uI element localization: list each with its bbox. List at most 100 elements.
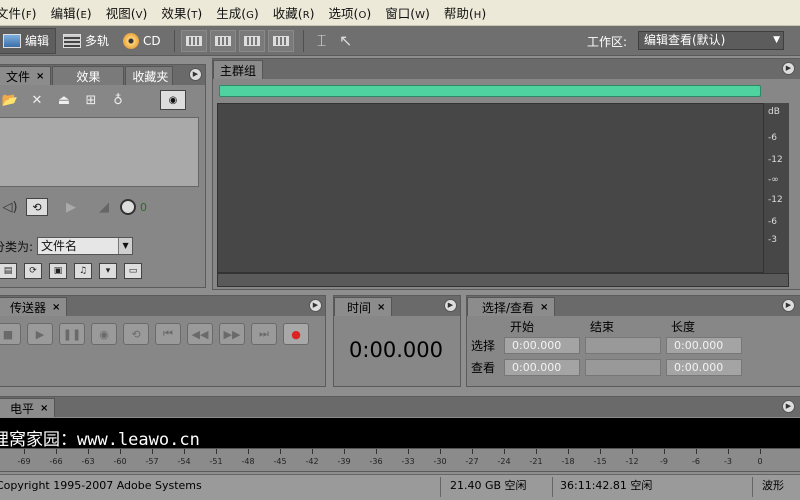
level-tick-label: -27 bbox=[465, 457, 479, 466]
view-spectral-button[interactable] bbox=[209, 29, 236, 52]
view-end-field[interactable] bbox=[585, 359, 661, 376]
close-icon[interactable]: × bbox=[540, 302, 548, 313]
main-group-panel: 主群组 ▶ dB -6 -12 -∞ -12 -6 -3 bbox=[212, 58, 800, 290]
play-icon[interactable]: ▶ bbox=[60, 198, 82, 216]
panel-menu-icon[interactable]: ▶ bbox=[309, 299, 322, 312]
menu-item[interactable]: 窗口(W) bbox=[378, 3, 437, 22]
filter-video-icon[interactable]: ▣ bbox=[49, 263, 67, 279]
time-selection-tool-icon[interactable]: ⌶ bbox=[310, 30, 334, 52]
multitrack-mode-button[interactable]: 多轨 bbox=[56, 28, 116, 54]
menu-item[interactable]: 编辑(E) bbox=[44, 3, 99, 22]
menu-item[interactable]: 效果(T) bbox=[154, 3, 209, 22]
insert-multitrack-icon[interactable]: ⊞ bbox=[80, 91, 102, 109]
sort-select[interactable]: 文件名 ▼ bbox=[37, 237, 134, 255]
level-tick bbox=[472, 449, 473, 454]
close-file-icon[interactable]: ✕ bbox=[26, 91, 48, 109]
selection-start-field[interactable]: 0:00.000 bbox=[504, 337, 580, 354]
edit-mode-button[interactable]: 编辑 bbox=[0, 27, 57, 54]
menu-item[interactable]: 收藏(R) bbox=[266, 3, 322, 22]
tab-main-group[interactable]: 主群组 bbox=[213, 60, 264, 79]
panel-menu-icon[interactable]: ▶ bbox=[782, 299, 795, 312]
tab-levels[interactable]: 电平 × bbox=[0, 398, 56, 417]
panel-menu-icon[interactable]: ▶ bbox=[782, 62, 795, 75]
tab-selection-view-label: 选择/查看 bbox=[482, 300, 535, 315]
fast-forward-icon[interactable]: ▶▶ bbox=[219, 323, 245, 345]
level-tick-label: -6 bbox=[692, 457, 700, 466]
open-file-icon[interactable]: 📂 bbox=[0, 91, 21, 109]
overview-bar[interactable] bbox=[219, 85, 761, 97]
level-tick bbox=[120, 449, 121, 454]
view-length-field[interactable]: 0:00.000 bbox=[666, 359, 742, 376]
panel-menu-icon[interactable]: ▶ bbox=[444, 299, 457, 312]
filter-loop-icon[interactable]: ⟳ bbox=[24, 263, 42, 279]
tab-effects[interactable]: 效果 bbox=[52, 66, 125, 85]
panel-menu-icon[interactable]: ▶ bbox=[189, 68, 202, 81]
level-tick-label: -57 bbox=[145, 457, 159, 466]
go-to-end-icon[interactable]: ⏭ bbox=[251, 323, 277, 345]
volume-icon[interactable]: ◢ bbox=[93, 198, 115, 216]
close-icon[interactable]: × bbox=[40, 403, 48, 414]
insert-cd-icon[interactable]: ♁ bbox=[107, 91, 129, 109]
amplitude-ruler: dB -6 -12 -∞ -12 -6 -3 bbox=[763, 103, 789, 273]
tab-selection-view[interactable]: 选择/查看 × bbox=[467, 297, 556, 316]
menu-item-label: 视图 bbox=[105, 6, 131, 21]
close-icon[interactable]: × bbox=[36, 71, 44, 82]
pause-icon[interactable]: ❚❚ bbox=[59, 323, 85, 345]
close-icon[interactable]: × bbox=[52, 302, 60, 313]
volume-knob[interactable] bbox=[120, 199, 136, 215]
rewind-icon[interactable]: ◀◀ bbox=[187, 323, 213, 345]
stop-icon[interactable]: ■ bbox=[0, 323, 21, 345]
speaker-icon[interactable]: ◁) bbox=[0, 198, 21, 216]
level-tick bbox=[600, 449, 601, 454]
file-list[interactable] bbox=[0, 117, 199, 187]
level-tick-label: -36 bbox=[369, 457, 383, 466]
selection-length-field[interactable]: 0:00.000 bbox=[666, 337, 742, 354]
menu-item-accelerator: O bbox=[358, 10, 367, 21]
tab-files[interactable]: 文件 × bbox=[0, 66, 52, 85]
loop-icon[interactable]: ⟲ bbox=[26, 198, 48, 216]
play-to-end-icon[interactable]: ◉ bbox=[91, 323, 117, 345]
go-to-start-icon[interactable]: ⏮ bbox=[155, 323, 181, 345]
filter-audio-icon[interactable]: ▤ bbox=[0, 263, 17, 279]
tab-transport[interactable]: 传送器 × bbox=[0, 297, 68, 316]
workspace-value: 编辑查看(默认) bbox=[644, 33, 726, 47]
view-waveform-button[interactable] bbox=[180, 29, 207, 52]
loop-play-icon[interactable]: ⟲ bbox=[123, 323, 149, 345]
play-icon[interactable]: ▶ bbox=[27, 323, 53, 345]
menu-item-label: 生成 bbox=[216, 6, 242, 21]
tab-time[interactable]: 时间 × bbox=[334, 297, 393, 316]
view-start-field[interactable]: 0:00.000 bbox=[504, 359, 580, 376]
tab-favorites[interactable]: 收藏夹 bbox=[125, 66, 174, 85]
pan-view-icon bbox=[243, 35, 260, 46]
menu-item[interactable]: 生成(G) bbox=[209, 3, 266, 22]
selection-end-field[interactable] bbox=[585, 337, 661, 354]
filter-midi-icon[interactable]: ♫ bbox=[74, 263, 92, 279]
end-column-header: 结束 bbox=[590, 320, 615, 334]
workspace-select[interactable]: 编辑查看(默认) ▼ bbox=[638, 31, 784, 50]
menu-item[interactable]: 视图(V) bbox=[99, 3, 155, 22]
show-preview-icon[interactable]: ◉ bbox=[160, 90, 186, 110]
filter-more-icon[interactable]: ▭ bbox=[124, 263, 142, 279]
sort-value: 文件名 bbox=[41, 239, 78, 253]
move-tool-icon[interactable]: ↖ bbox=[334, 30, 358, 52]
level-tick bbox=[568, 449, 569, 454]
menu-item[interactable]: 文件(F) bbox=[0, 3, 44, 22]
waveform-display[interactable] bbox=[217, 103, 787, 273]
record-icon[interactable]: ● bbox=[283, 323, 309, 345]
import-icon[interactable]: ⏏ bbox=[53, 91, 75, 109]
level-tick-label: -3 bbox=[724, 457, 732, 466]
view-phase-button[interactable] bbox=[267, 29, 294, 52]
menu-item-label: 效果 bbox=[161, 6, 187, 21]
panel-menu-icon[interactable]: ▶ bbox=[782, 400, 795, 413]
filter-metadata-icon[interactable]: ▾ bbox=[99, 263, 117, 279]
menu-bar: 文件(F) 编辑(E) 视图(V) 效果(T) 生成(G) 收藏(R) 选项(O) 窗口(W)… bbox=[0, 0, 800, 26]
status-divider bbox=[752, 477, 753, 497]
level-tick bbox=[344, 449, 345, 454]
horizontal-scrollbar[interactable] bbox=[217, 273, 789, 287]
menu-item[interactable]: 帮助(H) bbox=[437, 3, 493, 22]
view-pan-button[interactable] bbox=[238, 29, 265, 52]
level-tick bbox=[312, 449, 313, 454]
cd-mode-button[interactable]: CD bbox=[116, 28, 168, 54]
menu-item[interactable]: 选项(O) bbox=[322, 3, 379, 22]
close-icon[interactable]: × bbox=[377, 302, 385, 313]
